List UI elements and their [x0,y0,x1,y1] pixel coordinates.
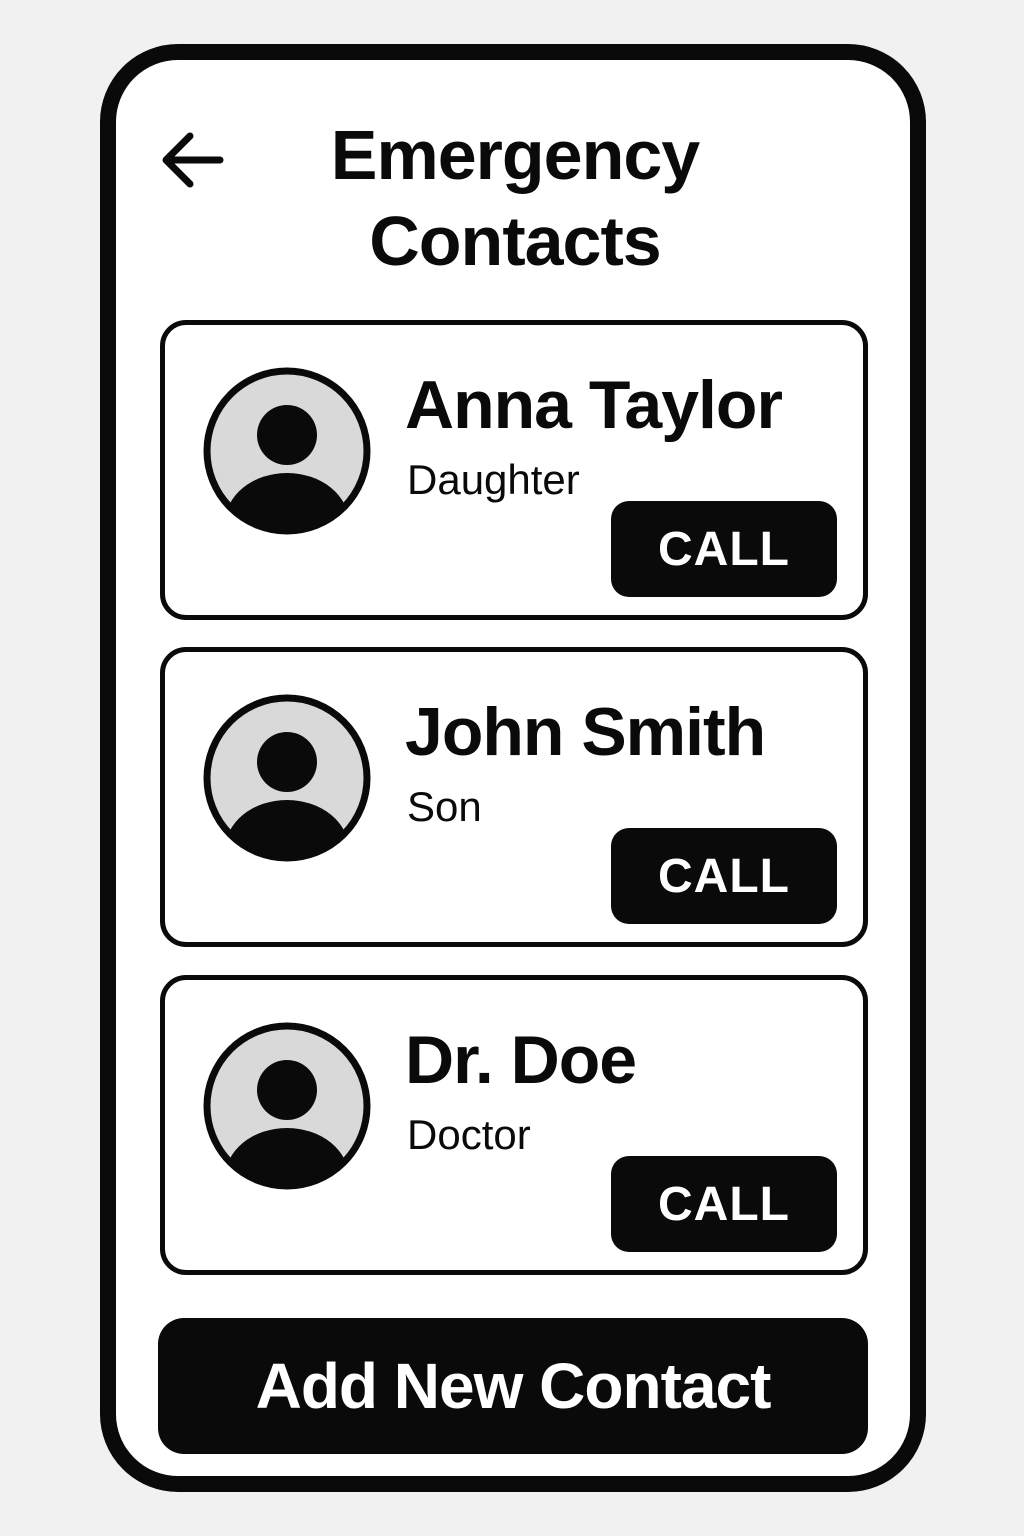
user-avatar-icon [203,367,371,535]
user-avatar-icon [203,1022,371,1190]
call-button[interactable]: CALL [611,1156,837,1252]
back-button[interactable] [146,122,236,198]
contact-relation: Doctor [407,1111,531,1158]
call-button[interactable]: CALL [611,501,837,597]
page-title: Emergency Contacts [330,116,700,280]
contact-name: Anna Taylor [405,367,783,443]
contact-card: Dr. Doe Doctor CALL [160,975,868,1275]
contact-relation: Son [407,783,482,830]
user-avatar-icon [203,694,371,862]
arrow-left-icon [162,132,224,188]
contact-name: John Smith [405,694,766,770]
contact-card: John Smith Son CALL [160,647,868,947]
call-button[interactable]: CALL [611,828,837,924]
add-contact-button[interactable]: Add New Contact [158,1318,868,1454]
contact-relation: Daughter [407,456,580,503]
contact-card: Anna Taylor Daughter CALL [160,320,868,620]
contact-name: Dr. Doe [405,1022,637,1098]
